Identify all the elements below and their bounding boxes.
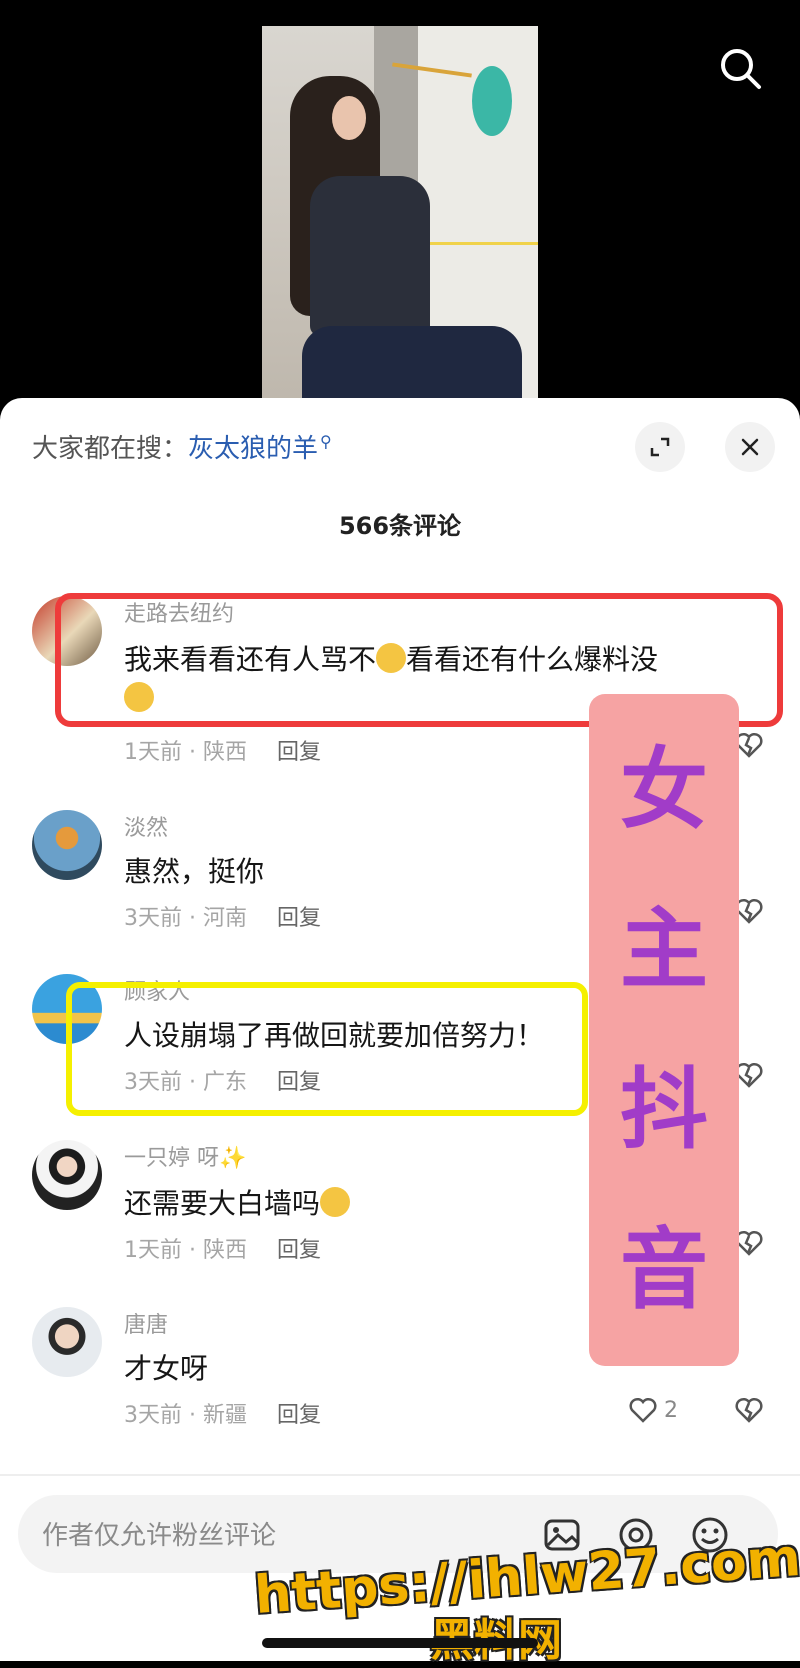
hot-search[interactable]: 大家都在搜：灰太狼的羊 ⚲ bbox=[32, 428, 332, 465]
reply-button[interactable]: 回复 bbox=[277, 1238, 321, 1263]
avatar[interactable] bbox=[32, 1140, 102, 1210]
hot-search-term[interactable]: 灰太狼的羊 bbox=[188, 434, 318, 464]
video-player[interactable] bbox=[0, 0, 800, 420]
banner-char: 音 bbox=[619, 1218, 708, 1321]
banner-char: 主 bbox=[619, 898, 708, 1001]
comment-time-location: 1天前 · 陕西 bbox=[124, 1238, 247, 1263]
video-tape bbox=[412, 242, 538, 245]
comment-username[interactable]: 唐唐 bbox=[124, 1307, 168, 1339]
avatar[interactable] bbox=[32, 1307, 102, 1377]
video-frame bbox=[262, 26, 538, 420]
heart-icon bbox=[629, 1397, 657, 1423]
comment-meta: 3天前 · 新疆 回复 bbox=[124, 1397, 321, 1429]
yellow-highlight-box bbox=[66, 982, 588, 1116]
comment-text: 还需要大白墙吗 bbox=[124, 1182, 351, 1222]
like-count: 2 bbox=[664, 1397, 678, 1423]
expand-icon bbox=[650, 437, 670, 457]
side-banner: 女 主 抖 音 bbox=[589, 694, 739, 1366]
like-button[interactable]: 2 bbox=[628, 1395, 698, 1425]
home-indicator bbox=[262, 1638, 538, 1648]
watermark-name: 黑料网 bbox=[430, 1604, 562, 1668]
dislike-icon[interactable] bbox=[734, 1395, 764, 1425]
video-mural bbox=[472, 66, 512, 136]
comment-meta: 1天前 · 陕西 回复 bbox=[124, 1232, 321, 1264]
expand-button[interactable] bbox=[635, 422, 685, 472]
comment-time-location: 1天前 · 陕西 bbox=[124, 740, 247, 765]
avatar[interactable] bbox=[32, 810, 102, 880]
comment-username-text: 一只婷 呀 bbox=[124, 1146, 219, 1171]
comment-input-placeholder[interactable]: 作者仅允许粉丝评论 bbox=[42, 1515, 276, 1552]
divider bbox=[0, 1474, 800, 1476]
comment-text-part: 还需要大白墙吗 bbox=[124, 1187, 321, 1220]
comment-time-location: 3天前 · 河南 bbox=[124, 906, 247, 931]
banner-char: 女 bbox=[619, 738, 708, 841]
comment-username[interactable]: 淡然 bbox=[124, 810, 168, 842]
reply-button[interactable]: 回复 bbox=[277, 1403, 321, 1428]
banner-char: 抖 bbox=[619, 1058, 708, 1161]
hot-search-prefix: 大家都在搜： bbox=[32, 434, 189, 464]
comment-username[interactable]: 一只婷 呀✨ bbox=[124, 1140, 246, 1172]
video-person-body bbox=[310, 176, 430, 336]
close-icon bbox=[741, 438, 759, 456]
search-icon[interactable] bbox=[718, 46, 764, 92]
video-person-face bbox=[332, 96, 366, 140]
comment-meta: 3天前 · 河南 回复 bbox=[124, 900, 321, 932]
grinning-emoji-icon bbox=[320, 1187, 351, 1217]
reply-button[interactable]: 回复 bbox=[277, 906, 321, 931]
comment-time-location: 3天前 · 新疆 bbox=[124, 1403, 247, 1428]
sparkle-icon: ✨ bbox=[219, 1146, 247, 1171]
reply-button[interactable]: 回复 bbox=[277, 740, 321, 765]
search-small-icon: ⚲ bbox=[320, 432, 332, 452]
comment-meta: 1天前 · 陕西 回复 bbox=[124, 734, 321, 766]
comment-text: 惠然，挺你 bbox=[124, 855, 265, 888]
comment-text: 才女呀 bbox=[124, 1352, 209, 1385]
close-button[interactable] bbox=[725, 422, 775, 472]
comment-count: 566条评论 bbox=[338, 512, 462, 540]
